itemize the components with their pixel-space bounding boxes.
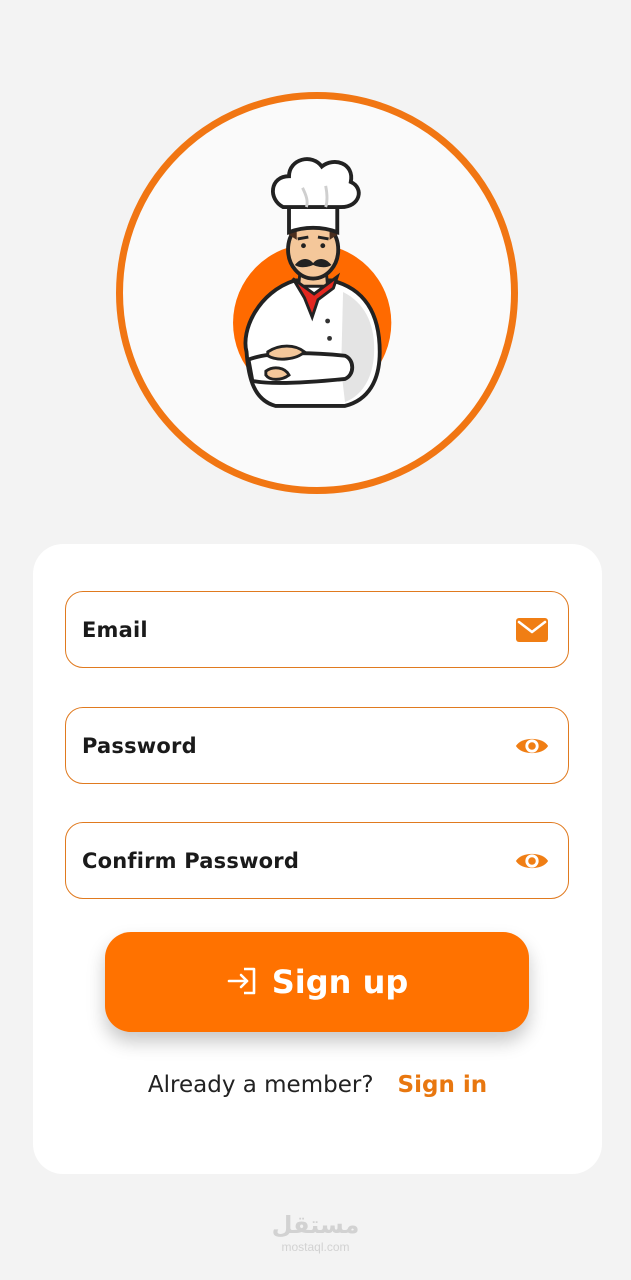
email-field[interactable]	[65, 591, 569, 668]
logo-circle	[116, 92, 518, 494]
password-input[interactable]	[82, 733, 514, 758]
watermark-arabic: مستقل	[271, 1211, 360, 1239]
watermark-latin: mostaql.com	[281, 1240, 350, 1254]
sign-in-arrow-icon	[226, 966, 258, 999]
signup-button-label: Sign up	[271, 963, 409, 1001]
signin-link[interactable]: Sign in	[398, 1072, 488, 1098]
watermark: مستقل mostaql.com	[0, 1212, 631, 1254]
confirm-password-field[interactable]	[65, 822, 569, 899]
email-input[interactable]	[82, 617, 514, 642]
signup-card: Sign up Already a member? Sign in	[33, 544, 602, 1174]
eye-icon[interactable]	[514, 728, 550, 764]
member-text: Already a member?	[147, 1072, 374, 1098]
signin-prompt: Already a member? Sign in	[33, 1072, 602, 1098]
signup-button[interactable]: Sign up	[105, 932, 529, 1032]
eye-icon[interactable]	[514, 843, 550, 879]
signup-screen: Sign up Already a member? Sign in مستقل …	[0, 0, 631, 1280]
chef-mascot-icon	[233, 157, 392, 408]
password-field[interactable]	[65, 707, 569, 784]
confirm-password-input[interactable]	[82, 848, 514, 873]
mail-icon	[514, 612, 550, 648]
